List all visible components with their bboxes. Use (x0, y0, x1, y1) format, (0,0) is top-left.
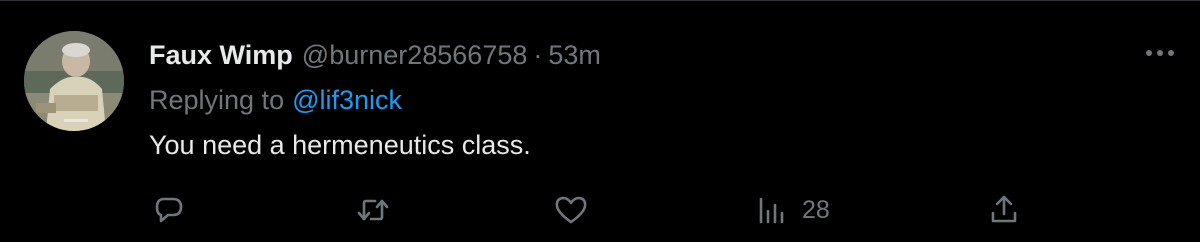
reply-icon (155, 197, 183, 223)
retweet-icon (357, 199, 389, 221)
tweet-card[interactable]: Faux Wimp @burner28566758 · 53m Replying… (0, 0, 1200, 242)
tweet-text: You need a hermeneutics class. (149, 129, 531, 160)
replying-to-label: Replying to (149, 84, 285, 115)
share-icon (991, 195, 1017, 223)
replying-to-mention-link[interactable]: @lif3nick (292, 85, 402, 116)
like-button[interactable] (554, 193, 588, 227)
avatar[interactable] (24, 31, 124, 131)
avatar-photo-image (24, 31, 124, 131)
share-button[interactable] (988, 193, 1020, 227)
like-icon (555, 196, 587, 224)
tweet-timestamp[interactable]: 53m (548, 40, 601, 71)
reply-button[interactable] (153, 193, 185, 227)
replying-to-line: Replying to @lif3nick (149, 82, 402, 118)
views-count: 28 (802, 195, 830, 224)
tweet-header: Faux Wimp @burner28566758 · 53m (149, 37, 601, 73)
header-separator: · (533, 39, 543, 70)
views-icon (759, 197, 784, 224)
retweet-button[interactable] (356, 193, 390, 227)
more-horizontal-icon (1146, 50, 1174, 56)
views-button[interactable]: 28 (756, 193, 830, 227)
author-name[interactable]: Faux Wimp (149, 40, 293, 71)
author-handle[interactable]: @burner28566758 (302, 40, 528, 71)
more-options-button[interactable] (1140, 39, 1180, 67)
